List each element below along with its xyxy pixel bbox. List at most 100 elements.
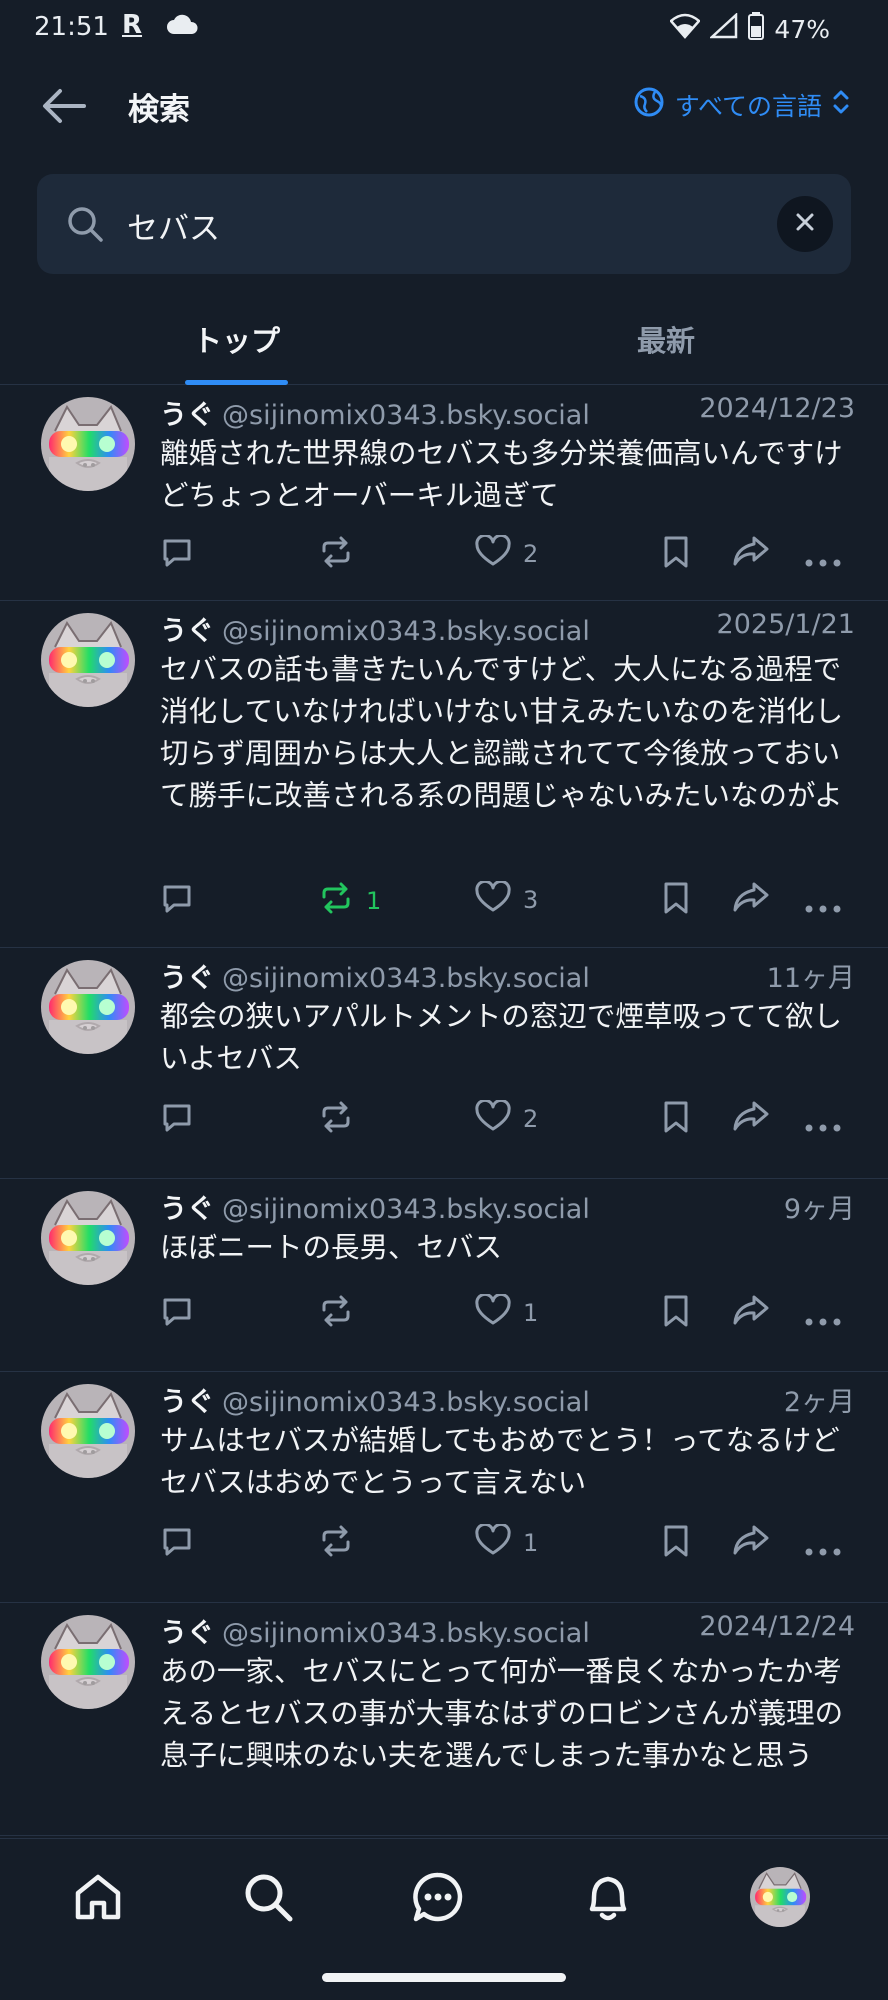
repost-button[interactable]: 1 xyxy=(318,881,381,921)
repost-count: 1 xyxy=(366,887,382,915)
bookmark-button[interactable] xyxy=(662,1294,690,1334)
bookmark-button[interactable] xyxy=(662,1100,690,1140)
like-count: 2 xyxy=(523,540,539,568)
avatar[interactable] xyxy=(41,1615,135,1709)
post-text: 離婚された世界線のセバスも多分栄養価高いんですけどちょっとオーバーキル過ぎて xyxy=(160,437,843,512)
post-header: うぐ @sijinomix0343.bsky.social 2ヶ月 xyxy=(160,1380,855,1420)
post[interactable]: うぐ @sijinomix0343.bsky.social 2024/12/23 … xyxy=(0,385,888,601)
post-time[interactable]: 2025/1/21 xyxy=(717,609,855,640)
author-name[interactable]: うぐ xyxy=(160,1194,214,1225)
post[interactable]: うぐ @sijinomix0343.bsky.social 11ヶ月 都会の狭いア… xyxy=(0,948,888,1179)
post-header: うぐ @sijinomix0343.bsky.social 9ヶ月 xyxy=(160,1187,855,1227)
search-icon xyxy=(65,204,105,248)
post[interactable]: うぐ @sijinomix0343.bsky.social 2ヶ月 サムはセバスが… xyxy=(0,1372,888,1603)
like-button[interactable]: 1 xyxy=(475,1522,538,1562)
author-name[interactable]: うぐ xyxy=(160,1618,214,1649)
header: 検索 すべての言語 xyxy=(0,66,888,146)
avatar[interactable] xyxy=(41,397,135,491)
post-time[interactable]: 2024/12/23 xyxy=(699,393,855,424)
reply-button[interactable] xyxy=(160,1524,194,1564)
post-actions: 13 xyxy=(160,879,850,925)
share-button[interactable] xyxy=(732,881,770,919)
post-actions: 1 xyxy=(160,1292,850,1338)
language-label: すべての言語 xyxy=(674,92,822,121)
like-button[interactable]: 2 xyxy=(475,1098,538,1138)
post-time[interactable]: 9ヶ月 xyxy=(784,1187,855,1226)
post-time[interactable]: 11ヶ月 xyxy=(767,956,855,995)
share-button[interactable] xyxy=(732,1294,770,1332)
battery-percent: 47% xyxy=(774,14,830,44)
more-icon xyxy=(805,1534,841,1562)
back-arrow-icon[interactable] xyxy=(40,84,88,128)
share-button[interactable] xyxy=(732,1100,770,1138)
bookmark-button[interactable] xyxy=(662,1524,690,1564)
status-bar: 21:51 R 47% xyxy=(0,0,888,58)
home-indicator[interactable] xyxy=(322,1973,566,1982)
bottom-nav xyxy=(0,1838,888,2000)
page-title: 検索 xyxy=(128,92,190,128)
share-button[interactable] xyxy=(732,1524,770,1562)
post-actions: 1 xyxy=(160,1522,850,1568)
author-name[interactable]: うぐ xyxy=(160,616,214,647)
search-tabs: トップ 最新 xyxy=(0,300,888,385)
more-button[interactable] xyxy=(805,891,841,919)
reply-button[interactable] xyxy=(160,535,194,575)
post[interactable]: うぐ @sijinomix0343.bsky.social 9ヶ月 ほぼニートの長… xyxy=(0,1179,888,1372)
language-selector[interactable]: すべての言語 xyxy=(633,86,850,124)
author-handle[interactable]: @sijinomix0343.bsky.social xyxy=(222,1194,590,1225)
more-icon xyxy=(805,1304,841,1332)
author-name[interactable]: うぐ xyxy=(160,400,214,431)
author-handle[interactable]: @sijinomix0343.bsky.social xyxy=(222,1387,590,1418)
avatar[interactable] xyxy=(41,1191,135,1285)
like-count: 1 xyxy=(523,1299,539,1327)
share-icon xyxy=(732,1524,770,1562)
more-button[interactable] xyxy=(805,545,841,573)
profile-avatar[interactable] xyxy=(750,1867,810,1927)
tab-latest[interactable]: 最新 xyxy=(637,318,695,360)
search-input[interactable] xyxy=(125,194,769,256)
avatar[interactable] xyxy=(41,613,135,707)
more-button[interactable] xyxy=(805,1534,841,1562)
reply-button[interactable] xyxy=(160,881,194,921)
bell-icon[interactable] xyxy=(578,1867,638,1927)
chat-icon[interactable] xyxy=(408,1867,468,1927)
cloud-icon xyxy=(166,14,200,40)
author-name[interactable]: うぐ xyxy=(160,1387,214,1418)
post-time[interactable]: 2ヶ月 xyxy=(784,1380,855,1419)
more-button[interactable] xyxy=(805,1304,841,1332)
reply-button[interactable] xyxy=(160,1100,194,1140)
author-handle[interactable]: @sijinomix0343.bsky.social xyxy=(222,400,590,431)
author-name[interactable]: うぐ xyxy=(160,963,214,994)
like-button[interactable]: 2 xyxy=(475,533,539,573)
clear-search-button[interactable] xyxy=(777,196,833,252)
more-button[interactable] xyxy=(805,1110,841,1138)
post-time[interactable]: 2024/12/24 xyxy=(699,1611,855,1642)
repost-button[interactable] xyxy=(318,1100,366,1140)
share-button[interactable] xyxy=(732,535,770,573)
author-handle[interactable]: @sijinomix0343.bsky.social xyxy=(222,1618,590,1649)
repost-button[interactable] xyxy=(318,535,366,575)
heart-icon xyxy=(475,1522,511,1562)
share-icon xyxy=(732,1294,770,1332)
author-handle[interactable]: @sijinomix0343.bsky.social xyxy=(222,616,590,647)
repost-icon xyxy=(318,881,354,921)
avatar[interactable] xyxy=(41,1384,135,1478)
like-count: 3 xyxy=(523,886,539,914)
avatar[interactable] xyxy=(41,960,135,1054)
tab-top[interactable]: トップ xyxy=(193,318,280,360)
author-handle[interactable]: @sijinomix0343.bsky.social xyxy=(222,963,590,994)
post-header: うぐ @sijinomix0343.bsky.social 2024/12/24 xyxy=(160,1611,855,1651)
like-button[interactable]: 3 xyxy=(475,879,539,919)
like-button[interactable]: 1 xyxy=(475,1292,539,1332)
post[interactable]: うぐ @sijinomix0343.bsky.social 2024/12/24 … xyxy=(0,1603,888,1836)
search-nav-icon[interactable] xyxy=(238,1867,298,1927)
home-icon[interactable] xyxy=(68,1867,128,1927)
more-icon xyxy=(805,891,841,919)
bookmark-button[interactable] xyxy=(662,535,690,575)
reply-button[interactable] xyxy=(160,1294,194,1334)
repost-button[interactable] xyxy=(318,1294,366,1334)
repost-button[interactable] xyxy=(318,1524,366,1564)
bookmark-button[interactable] xyxy=(662,881,690,921)
post[interactable]: うぐ @sijinomix0343.bsky.social 2025/1/21 セ… xyxy=(0,601,888,948)
battery-icon xyxy=(748,12,765,46)
